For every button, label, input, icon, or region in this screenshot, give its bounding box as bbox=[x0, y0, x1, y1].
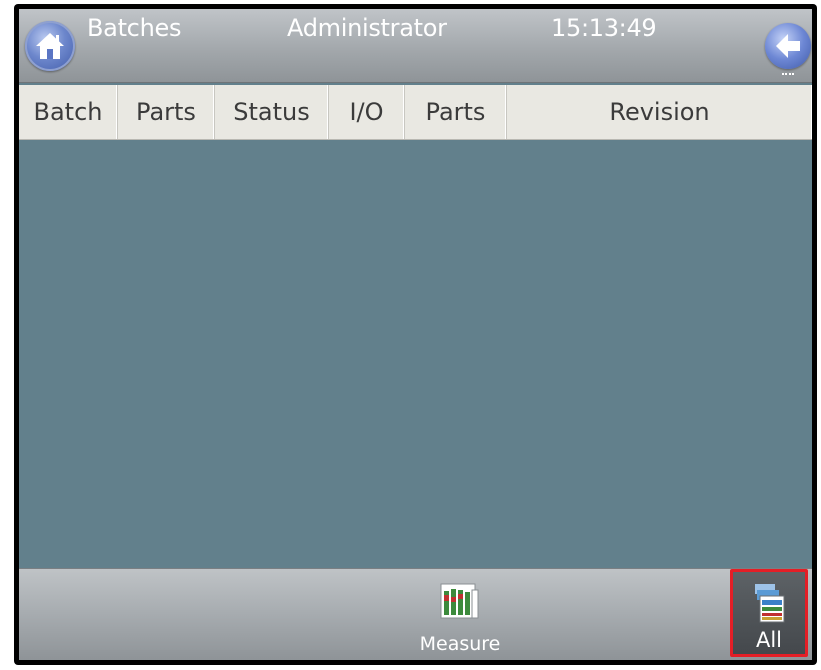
home-button[interactable] bbox=[25, 21, 75, 71]
title-bar: Batches Administrator 15:13:49 bbox=[19, 9, 812, 83]
page-indicator bbox=[782, 73, 794, 77]
batch-list[interactable] bbox=[19, 140, 812, 568]
column-label: Batch bbox=[33, 98, 103, 126]
back-button[interactable] bbox=[765, 23, 811, 69]
measure-button[interactable]: Measure bbox=[415, 569, 505, 660]
page-title: Batches bbox=[87, 14, 182, 42]
clock: 15:13:49 bbox=[551, 14, 657, 42]
column-header-revision[interactable]: Revision bbox=[507, 85, 812, 139]
user-name: Administrator bbox=[287, 14, 447, 42]
measure-icon bbox=[440, 583, 479, 619]
column-header-parts-2[interactable]: Parts bbox=[405, 85, 507, 139]
table-header: Batch Parts Status I/O Parts Revision bbox=[19, 85, 812, 140]
measure-label: Measure bbox=[419, 633, 501, 655]
home-icon bbox=[36, 33, 64, 59]
column-header-parts[interactable]: Parts bbox=[118, 85, 215, 139]
column-label: I/O bbox=[349, 98, 384, 126]
column-label: Revision bbox=[609, 98, 710, 126]
column-header-batch[interactable]: Batch bbox=[19, 85, 118, 139]
all-button[interactable]: All bbox=[730, 569, 808, 657]
column-label: Status bbox=[233, 98, 310, 126]
column-label: Parts bbox=[136, 98, 196, 126]
back-arrow-icon bbox=[776, 34, 800, 58]
column-header-status[interactable]: Status bbox=[215, 85, 329, 139]
batches-all-icon bbox=[755, 584, 785, 623]
all-label: All bbox=[755, 628, 783, 652]
column-label: Parts bbox=[425, 98, 486, 126]
screen: Batches Administrator 15:13:49 Batch Par… bbox=[19, 9, 812, 660]
column-header-io[interactable]: I/O bbox=[329, 85, 405, 139]
bottom-toolbar: Measure All bbox=[19, 568, 812, 660]
